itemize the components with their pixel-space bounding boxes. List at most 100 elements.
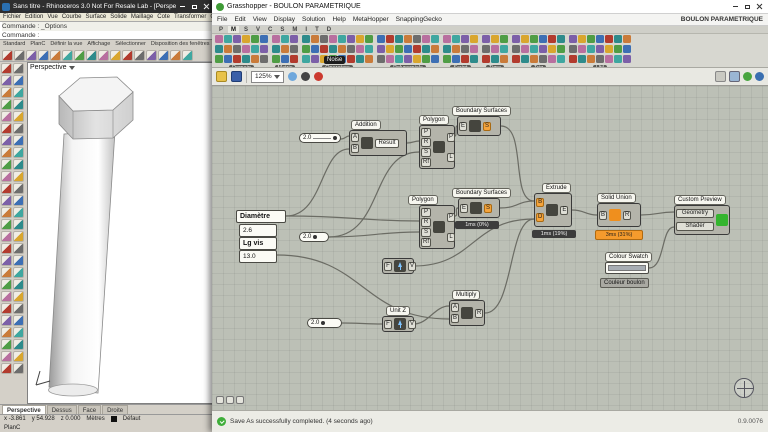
input-F[interactable]: F	[384, 261, 392, 271]
rhino-viewport-label[interactable]: Perspective	[30, 64, 75, 71]
gh-canvas[interactable]: 2.0 2.0 2.0 Diamètre 2.6 Lg vis 13.0 Add…	[212, 86, 768, 410]
rhino-toolbar-tab-disposition-des-fen-tres[interactable]: Disposition des fenêtres	[151, 40, 210, 49]
ribbon-icon[interactable]	[587, 35, 595, 43]
input-E[interactable]: E	[460, 203, 469, 213]
ribbon-icon[interactable]	[539, 35, 547, 43]
ribbon-icon[interactable]	[233, 55, 241, 63]
ribbon-icon[interactable]	[413, 55, 421, 63]
gh-menu-display[interactable]: Display	[274, 16, 295, 23]
ribbon-icon[interactable]	[521, 45, 529, 53]
ribbon-icon[interactable]	[386, 45, 394, 53]
status-units[interactable]: Mètres	[86, 415, 104, 424]
ribbon-icon[interactable]	[452, 45, 460, 53]
tool-icon[interactable]	[13, 99, 24, 110]
ribbon-icon[interactable]	[365, 45, 373, 53]
tool-icon[interactable]	[13, 123, 24, 134]
rhino-minimize-button[interactable]	[178, 2, 187, 11]
output-V[interactable]: V	[408, 261, 417, 271]
ribbon-icon[interactable]	[242, 55, 250, 63]
gh-tab-i-7[interactable]: I	[302, 26, 310, 33]
ribbon-icon[interactable]	[605, 55, 613, 63]
tool-icon[interactable]	[13, 207, 24, 218]
ribbon-icon[interactable]	[290, 35, 298, 43]
status-layer[interactable]: Défaut	[123, 415, 141, 424]
ribbon-icon[interactable]	[251, 35, 259, 43]
ribbon-icon[interactable]	[482, 45, 490, 53]
tool-icon[interactable]	[13, 195, 24, 206]
ribbon-icon[interactable]	[461, 55, 469, 63]
gh-node-boundary2[interactable]: E S	[458, 198, 500, 218]
ribbon-icon[interactable]	[215, 55, 223, 63]
rhino-menu-vue[interactable]: Vue	[47, 13, 57, 21]
tool-icon[interactable]	[13, 135, 24, 146]
tool-icon[interactable]	[1, 87, 12, 98]
ribbon-icon[interactable]	[320, 45, 328, 53]
gh-tab-s-5[interactable]: S	[277, 26, 287, 33]
tool-icon[interactable]	[170, 50, 181, 61]
tool-icon[interactable]	[13, 339, 24, 350]
tool-icon[interactable]	[13, 351, 24, 362]
ribbon-icon[interactable]	[530, 35, 538, 43]
ribbon-icon[interactable]	[377, 35, 385, 43]
ribbon-icon[interactable]	[443, 55, 451, 63]
input-B[interactable]: B	[599, 210, 608, 220]
tool-icon[interactable]	[13, 111, 24, 122]
ribbon-icon[interactable]	[347, 35, 355, 43]
gh-node-extrude[interactable]: B D E	[534, 193, 572, 227]
ribbon-icon[interactable]	[587, 55, 595, 63]
input-E[interactable]: E	[459, 121, 468, 131]
input-S[interactable]: S	[421, 147, 431, 157]
ribbon-icon[interactable]	[233, 35, 241, 43]
rhino-view-tab-dessus[interactable]: Dessus	[46, 405, 77, 414]
ribbon-icon[interactable]	[569, 35, 577, 43]
input-Rf[interactable]: Rf	[421, 157, 431, 167]
input-A[interactable]: A	[351, 133, 360, 142]
gh-node-addition[interactable]: AB Result	[349, 130, 407, 156]
tool-icon[interactable]	[1, 195, 12, 206]
gh-titlebar[interactable]: Grasshopper - BOULON PARAMETRIQUE	[212, 0, 768, 14]
ribbon-icon[interactable]	[242, 35, 250, 43]
gh-close-button[interactable]	[755, 2, 764, 11]
input-F[interactable]: F	[384, 319, 392, 329]
ribbon-icon[interactable]	[290, 45, 298, 53]
ribbon-icon[interactable]	[539, 55, 547, 63]
ribbon-icon[interactable]	[386, 35, 394, 43]
ribbon-icon[interactable]	[422, 35, 430, 43]
ribbon-icon[interactable]	[377, 55, 385, 63]
ribbon-icon[interactable]	[356, 35, 364, 43]
rhino-menu-fichier[interactable]: Fichier	[3, 13, 21, 21]
ribbon-icon[interactable]	[578, 35, 586, 43]
ribbon-icon[interactable]	[338, 35, 346, 43]
input-A[interactable]: A	[451, 303, 460, 312]
ribbon-icon[interactable]	[557, 45, 565, 53]
ribbon-icon[interactable]	[431, 55, 439, 63]
tool-icon[interactable]	[182, 50, 193, 61]
gh-node-multiply[interactable]: A B R	[449, 300, 485, 326]
tool-icon[interactable]	[86, 50, 97, 61]
tool-icon[interactable]	[13, 363, 24, 374]
tool-icon[interactable]	[13, 75, 24, 86]
gh-tab-p-0[interactable]: P	[216, 26, 226, 33]
ribbon-group-label-time[interactable]: Time	[485, 65, 505, 67]
status-cplane[interactable]: PlanC	[4, 424, 20, 432]
ribbon-icon[interactable]	[431, 35, 439, 43]
widget-icon[interactable]	[236, 396, 244, 404]
ribbon-icon[interactable]	[224, 45, 232, 53]
ribbon-icon[interactable]	[557, 35, 565, 43]
tool-icon[interactable]	[13, 291, 24, 302]
ribbon-group-label-operators[interactable]: Operators	[322, 65, 353, 67]
ribbon-icon[interactable]	[260, 45, 268, 53]
ribbon-icon[interactable]	[272, 45, 280, 53]
gh-node-custom-preview[interactable]: Geometry Shader	[674, 205, 730, 235]
ribbon-icon[interactable]	[260, 55, 268, 63]
tool-icon[interactable]	[13, 303, 24, 314]
ribbon-icon[interactable]	[500, 45, 508, 53]
tool-icon[interactable]	[13, 255, 24, 266]
tool-icon[interactable]	[13, 147, 24, 158]
ribbon-icon[interactable]	[404, 35, 412, 43]
ribbon-icon[interactable]	[614, 45, 622, 53]
ribbon-icon[interactable]	[302, 35, 310, 43]
tool-icon[interactable]	[158, 50, 169, 61]
ribbon-icon[interactable]	[470, 45, 478, 53]
save-file-icon[interactable]	[231, 71, 242, 82]
